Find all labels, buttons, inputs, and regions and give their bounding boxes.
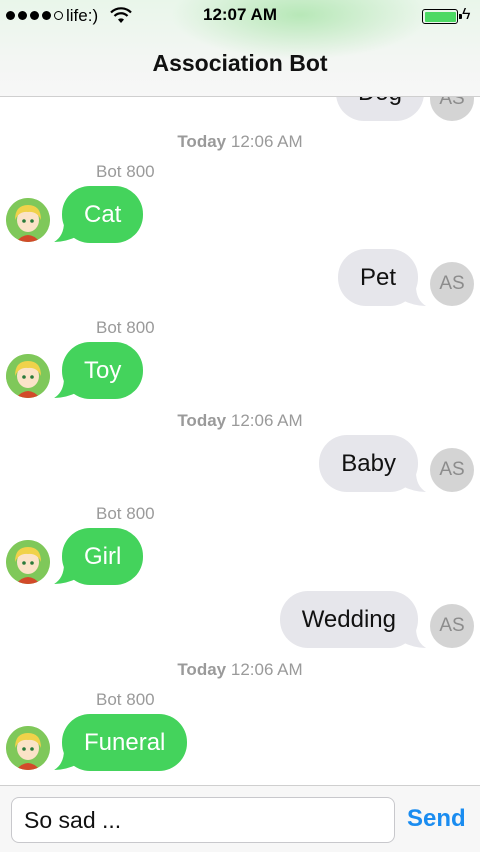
message-text: Toy [84,357,122,384]
sender-name: Bot 800 [96,690,155,709]
status-time: 12:07 AM [202,5,277,24]
message-bubble-bot: Toy [62,342,144,399]
status-bar: life:) 12:07 AM ϟ [0,0,480,32]
timestamp-time: 12:06 AM [230,132,303,151]
avatar-initials: AS [439,273,465,294]
avatar-initials: AS [439,459,465,480]
message-bubble-bot: Funeral [62,714,188,771]
bot-avatar [6,354,50,398]
send-button[interactable]: Send [407,805,466,833]
battery-icon [422,9,462,24]
timestamp-day: Today [177,132,227,151]
sender-name: Bot 800 [96,162,155,181]
timestamp-day: Today [177,411,227,430]
bubble-tail [402,628,426,648]
message-bubble-bot: Girl [62,528,144,585]
page-title: Association Bot [152,50,328,76]
timestamp-time: 12:06 AM [230,411,303,430]
timestamp: Today 12:06 AM [0,660,480,680]
timestamp-day: Today [177,660,227,679]
message-bubble-user: Dog [335,97,424,121]
message-list[interactable]: Dog AS Today 12:06 AM Bot 800 Cat [0,97,480,785]
user-avatar: AS [430,604,474,648]
message-text: Dog [358,97,402,106]
message-text: Wedding [301,606,396,633]
bubble-tail [402,472,426,492]
message-text: Pet [359,264,396,291]
message-text: Baby [341,450,396,477]
timestamp-time: 12:06 AM [230,660,303,679]
user-avatar: AS [430,262,474,306]
message-text: Girl [84,543,122,570]
user-avatar: AS [430,448,474,492]
avatar-initials: AS [439,97,465,109]
composer-bar: So sad ... Send [0,785,480,852]
bot-avatar [6,198,50,242]
timestamp: Today 12:06 AM [0,411,480,431]
timestamp: Today 12:06 AM [0,132,480,152]
user-avatar: AS [430,97,474,121]
sender-name: Bot 800 [96,504,155,523]
top-bar: life:) 12:07 AM ϟ Association Bot [0,0,480,97]
message-bubble-user: Wedding [279,591,418,648]
bubble-tail [402,286,426,306]
avatar-initials: AS [439,615,465,636]
message-text: Cat [84,201,122,228]
message-text: Funeral [84,729,166,756]
message-bubble-bot: Cat [62,186,144,243]
bot-avatar [6,726,50,770]
charging-icon: ϟ [462,6,471,23]
bot-avatar [6,540,50,584]
chat-screen: life:) 12:07 AM ϟ Association Bot Dog A [0,0,480,852]
sender-name: Bot 800 [96,318,155,337]
message-input[interactable]: So sad ... [11,797,395,843]
